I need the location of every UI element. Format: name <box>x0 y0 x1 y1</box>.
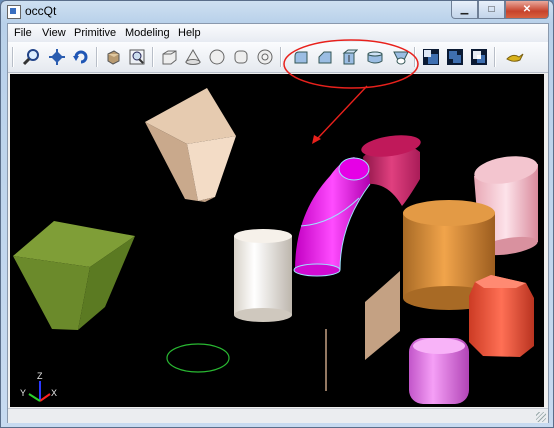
axis-x-label: X <box>51 388 57 398</box>
box-icon[interactable] <box>158 46 180 68</box>
axis-y-label: Y <box>20 388 26 398</box>
about-icon[interactable] <box>504 46 526 68</box>
menu-view[interactable]: View <box>42 27 66 39</box>
tan-pyramid-shape[interactable] <box>145 88 236 202</box>
caption-buttons: ▁ □ ✕ <box>451 1 549 19</box>
toolbar-separator <box>152 47 154 67</box>
sphere-icon[interactable] <box>206 46 228 68</box>
boolean-fuse-icon[interactable] <box>444 46 466 68</box>
red-chamfer-box-shape[interactable] <box>469 275 534 357</box>
close-button[interactable]: ✕ <box>505 1 549 19</box>
toolbar-separator <box>494 47 496 67</box>
chamfer-icon[interactable] <box>314 46 336 68</box>
toolbar <box>8 42 548 73</box>
white-cylinder-shape[interactable] <box>234 229 292 322</box>
maximize-button[interactable]: □ <box>478 1 505 19</box>
application-window: occQt ▁ □ ✕ File View Primitive Modeling… <box>0 0 554 428</box>
title-bar[interactable]: occQt ▁ □ ✕ <box>1 1 553 21</box>
pan-icon[interactable] <box>46 46 68 68</box>
minimize-button[interactable]: ▁ <box>451 1 478 19</box>
extrude-icon[interactable] <box>338 46 360 68</box>
menu-modeling[interactable]: Modeling <box>125 27 170 39</box>
fit-all-icon[interactable] <box>102 46 124 68</box>
menu-help[interactable]: Help <box>178 27 201 39</box>
rotate-icon[interactable] <box>70 46 92 68</box>
client-area: File View Primitive Modeling Help Z X Y <box>7 23 549 423</box>
cone-icon[interactable] <box>182 46 204 68</box>
toolbar-separator <box>280 47 282 67</box>
axis-triad: Z X Y <box>20 371 57 402</box>
menu-bar: File View Primitive Modeling Help <box>8 24 548 42</box>
3d-viewport[interactable]: Z X Y <box>10 74 544 407</box>
tan-plane-shape[interactable] <box>365 271 400 360</box>
toolbar-separator <box>414 47 416 67</box>
selected-elbow-shape[interactable] <box>293 157 371 277</box>
boolean-common-icon[interactable] <box>468 46 490 68</box>
resize-grip[interactable] <box>536 412 546 422</box>
violet-fillet-box-shape[interactable] <box>409 338 469 404</box>
status-bar <box>8 408 548 423</box>
toolbar-separator <box>12 47 14 67</box>
app-icon <box>7 5 21 19</box>
boolean-cut-icon[interactable] <box>420 46 442 68</box>
revolve-icon[interactable] <box>364 46 386 68</box>
zoom-icon[interactable] <box>20 46 42 68</box>
green-pyramid-shape[interactable] <box>13 221 135 330</box>
toolbar-separator <box>96 47 98 67</box>
menu-primitive[interactable]: Primitive <box>74 27 116 39</box>
loft-icon[interactable] <box>390 46 412 68</box>
cylinder-icon[interactable] <box>230 46 252 68</box>
green-circle-edge[interactable] <box>166 343 230 373</box>
fillet-icon[interactable] <box>290 46 312 68</box>
torus-icon[interactable] <box>254 46 276 68</box>
axis-z-label: Z <box>37 371 43 381</box>
menu-file[interactable]: File <box>14 27 32 39</box>
window-title: occQt <box>25 4 57 18</box>
zoom-window-icon[interactable] <box>126 46 148 68</box>
